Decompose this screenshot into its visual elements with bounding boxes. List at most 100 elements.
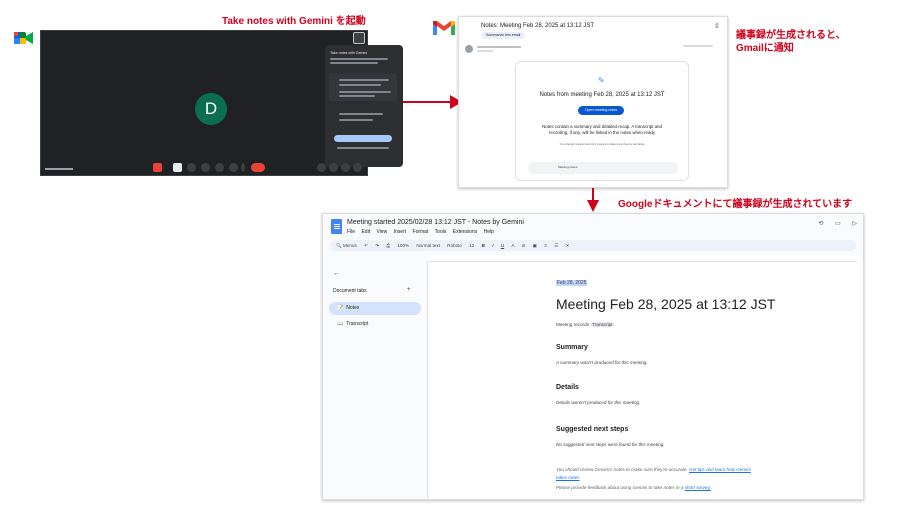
redo-icon[interactable]: ↷ bbox=[375, 243, 379, 248]
card-description: Notes contain a summary and detailed rec… bbox=[536, 124, 668, 136]
camera-icon[interactable] bbox=[173, 163, 182, 172]
takes-notes-link[interactable]: takes notes bbox=[556, 475, 580, 480]
gmail-logo-icon bbox=[433, 21, 455, 35]
more-options-icon[interactable] bbox=[241, 163, 245, 172]
meet-logo-icon bbox=[14, 32, 33, 44]
menu-format[interactable]: Format bbox=[413, 229, 429, 235]
document-tabs-header: Document tabs bbox=[333, 288, 367, 294]
footer-feedback-text: Please provide feedback about using Gemi… bbox=[556, 485, 684, 490]
emoji-icon[interactable] bbox=[201, 163, 210, 172]
section-summary-text: A summary wasn't produced for this meeti… bbox=[556, 360, 648, 365]
email-subject: Notes: Meeting Feb 28, 2025 at 13:12 JST bbox=[481, 23, 595, 29]
document-title[interactable]: Meeting started 2025/02/28 13:12 JST - N… bbox=[347, 219, 524, 226]
ruler[interactable] bbox=[427, 255, 857, 262]
document-date: Feb 28, 2025 bbox=[556, 280, 588, 286]
menu-file[interactable]: File bbox=[347, 229, 355, 235]
tab-notes-label: Notes bbox=[346, 305, 360, 311]
undo-icon[interactable]: ↶ bbox=[364, 243, 368, 248]
survey-link[interactable]: short survey. bbox=[685, 485, 711, 490]
document-page[interactable]: Feb 28, 2025 Meeting Feb 28, 2025 at 13:… bbox=[427, 262, 863, 499]
google-docs-window: Meeting started 2025/02/28 13:12 JST - N… bbox=[322, 213, 864, 500]
activities-icon[interactable] bbox=[353, 163, 362, 172]
meeting-meta: Meeting Notes bbox=[528, 162, 678, 174]
header-tools: ⟲ ▭ ▷ bbox=[818, 220, 857, 227]
link-icon[interactable]: ⊘ bbox=[522, 243, 526, 248]
footer-review-text: You should review Gemini's notes to make… bbox=[556, 467, 688, 472]
document-heading: Meeting Feb 28, 2025 at 13:12 JST bbox=[556, 296, 776, 312]
meeting-records-label: Meeting records bbox=[556, 322, 589, 327]
tips-link[interactable]: Get tips and learn how Gemini bbox=[689, 467, 751, 472]
hand-icon[interactable] bbox=[229, 163, 238, 172]
transcript-chip[interactable]: Transcript bbox=[590, 322, 615, 327]
present-icon[interactable] bbox=[215, 163, 224, 172]
sender-line bbox=[477, 45, 521, 52]
section-next-steps-text: No suggested next steps were found for t… bbox=[556, 442, 665, 447]
gmail-message: Notes: Meeting Feb 28, 2025 at 13:12 JST… bbox=[458, 16, 728, 188]
notes-card: ✎ Notes from meeting Feb 28, 2025 at 13:… bbox=[515, 61, 689, 181]
docs-annotation-label: Googleドキュメントにて議事録が生成されています bbox=[618, 199, 853, 210]
tab-notes[interactable]: 📝 Notes bbox=[329, 302, 421, 315]
take-notes-panel: Take notes with Gemini bbox=[325, 45, 403, 167]
panel-footer-line bbox=[337, 147, 389, 149]
open-meeting-notes-button[interactable]: Open meeting notes bbox=[578, 106, 624, 115]
video-call-icon[interactable]: ▷ bbox=[852, 221, 857, 227]
print-icon[interactable]: ⎙ bbox=[715, 23, 719, 29]
print-icon[interactable]: ⎙ bbox=[386, 243, 390, 248]
zoom-select[interactable]: 100% bbox=[397, 243, 409, 248]
meet-control-bar bbox=[41, 161, 367, 175]
gemini-pen-icon[interactable] bbox=[353, 32, 365, 44]
section-summary-title: Summary bbox=[556, 344, 588, 351]
back-arrow-icon[interactable]: ← bbox=[333, 270, 340, 277]
text-color-icon[interactable]: A bbox=[511, 243, 514, 248]
start-taking-notes-button[interactable] bbox=[334, 135, 392, 142]
menu-edit[interactable]: Edit bbox=[361, 229, 370, 235]
meet-annotation-label: Take notes with Gemini を起動 bbox=[222, 16, 366, 27]
footer-line-3: Please provide feedback about using Gemi… bbox=[556, 485, 711, 490]
info-icon[interactable] bbox=[317, 163, 326, 172]
image-icon[interactable]: ▣ bbox=[533, 243, 537, 248]
search-menus[interactable]: 🔍 Menus bbox=[336, 243, 357, 248]
mic-icon[interactable] bbox=[153, 163, 162, 172]
transcript-tab-icon: 📖 bbox=[337, 321, 344, 327]
tab-transcript[interactable]: 📖 Transcript bbox=[329, 318, 421, 331]
chat-icon[interactable] bbox=[341, 163, 350, 172]
people-icon[interactable] bbox=[329, 163, 338, 172]
font-size-field[interactable]: 12 bbox=[469, 243, 474, 248]
summarize-email-chip[interactable]: Summarize this email bbox=[481, 32, 526, 39]
docs-header: Meeting started 2025/02/28 13:12 JST - N… bbox=[323, 214, 863, 240]
footer-line-1: You should review Gemini's notes to make… bbox=[556, 467, 751, 472]
font-select[interactable]: Roboto bbox=[447, 243, 462, 248]
take-notes-panel-title: Take notes with Gemini bbox=[330, 51, 368, 55]
menu-view[interactable]: View bbox=[376, 229, 387, 235]
menu-extensions[interactable]: Extensions bbox=[453, 229, 477, 235]
docs-toolbar: 🔍 Menus ↶ ↷ ⎙ 100% Normal text Roboto 12… bbox=[330, 240, 856, 251]
italic-icon[interactable]: I bbox=[492, 243, 493, 248]
panel-subtitle-lines bbox=[330, 57, 392, 64]
meeting-records: Meeting records Transcript bbox=[556, 322, 615, 327]
review-note: You should review Gemini's notes to make… bbox=[559, 142, 645, 146]
menu-help[interactable]: Help bbox=[484, 229, 494, 235]
add-tab-icon[interactable]: + bbox=[407, 287, 411, 293]
list-icon[interactable]: ☰ bbox=[554, 243, 558, 248]
align-icon[interactable]: ≡ bbox=[544, 243, 547, 248]
captions-icon[interactable] bbox=[187, 163, 196, 172]
menu-bar: File Edit View Insert Format Tools Exten… bbox=[347, 229, 499, 235]
menu-tools[interactable]: Tools bbox=[435, 229, 447, 235]
style-select[interactable]: Normal text bbox=[416, 243, 440, 248]
meeting-chip[interactable]: Meeting Notes bbox=[558, 165, 577, 169]
section-details-text: Details weren't produced for this meetin… bbox=[556, 400, 641, 405]
docs-logo-icon bbox=[331, 219, 342, 234]
end-call-icon[interactable] bbox=[251, 163, 265, 172]
panel-option-line bbox=[339, 113, 383, 115]
notes-tab-icon: 📝 bbox=[337, 305, 344, 311]
clear-format-icon[interactable]: ✕ bbox=[566, 243, 570, 248]
panel-option-line bbox=[339, 119, 373, 121]
bold-icon[interactable]: B bbox=[482, 243, 485, 248]
sender-avatar bbox=[465, 45, 473, 53]
comments-icon[interactable]: ▭ bbox=[835, 221, 841, 227]
underline-icon[interactable]: U bbox=[501, 243, 504, 248]
history-icon[interactable]: ⟲ bbox=[818, 221, 823, 227]
meet-window: D Take notes with Gemini bbox=[40, 30, 403, 176]
footer-line-2: takes notes bbox=[556, 475, 580, 480]
menu-insert[interactable]: Insert bbox=[394, 229, 407, 235]
